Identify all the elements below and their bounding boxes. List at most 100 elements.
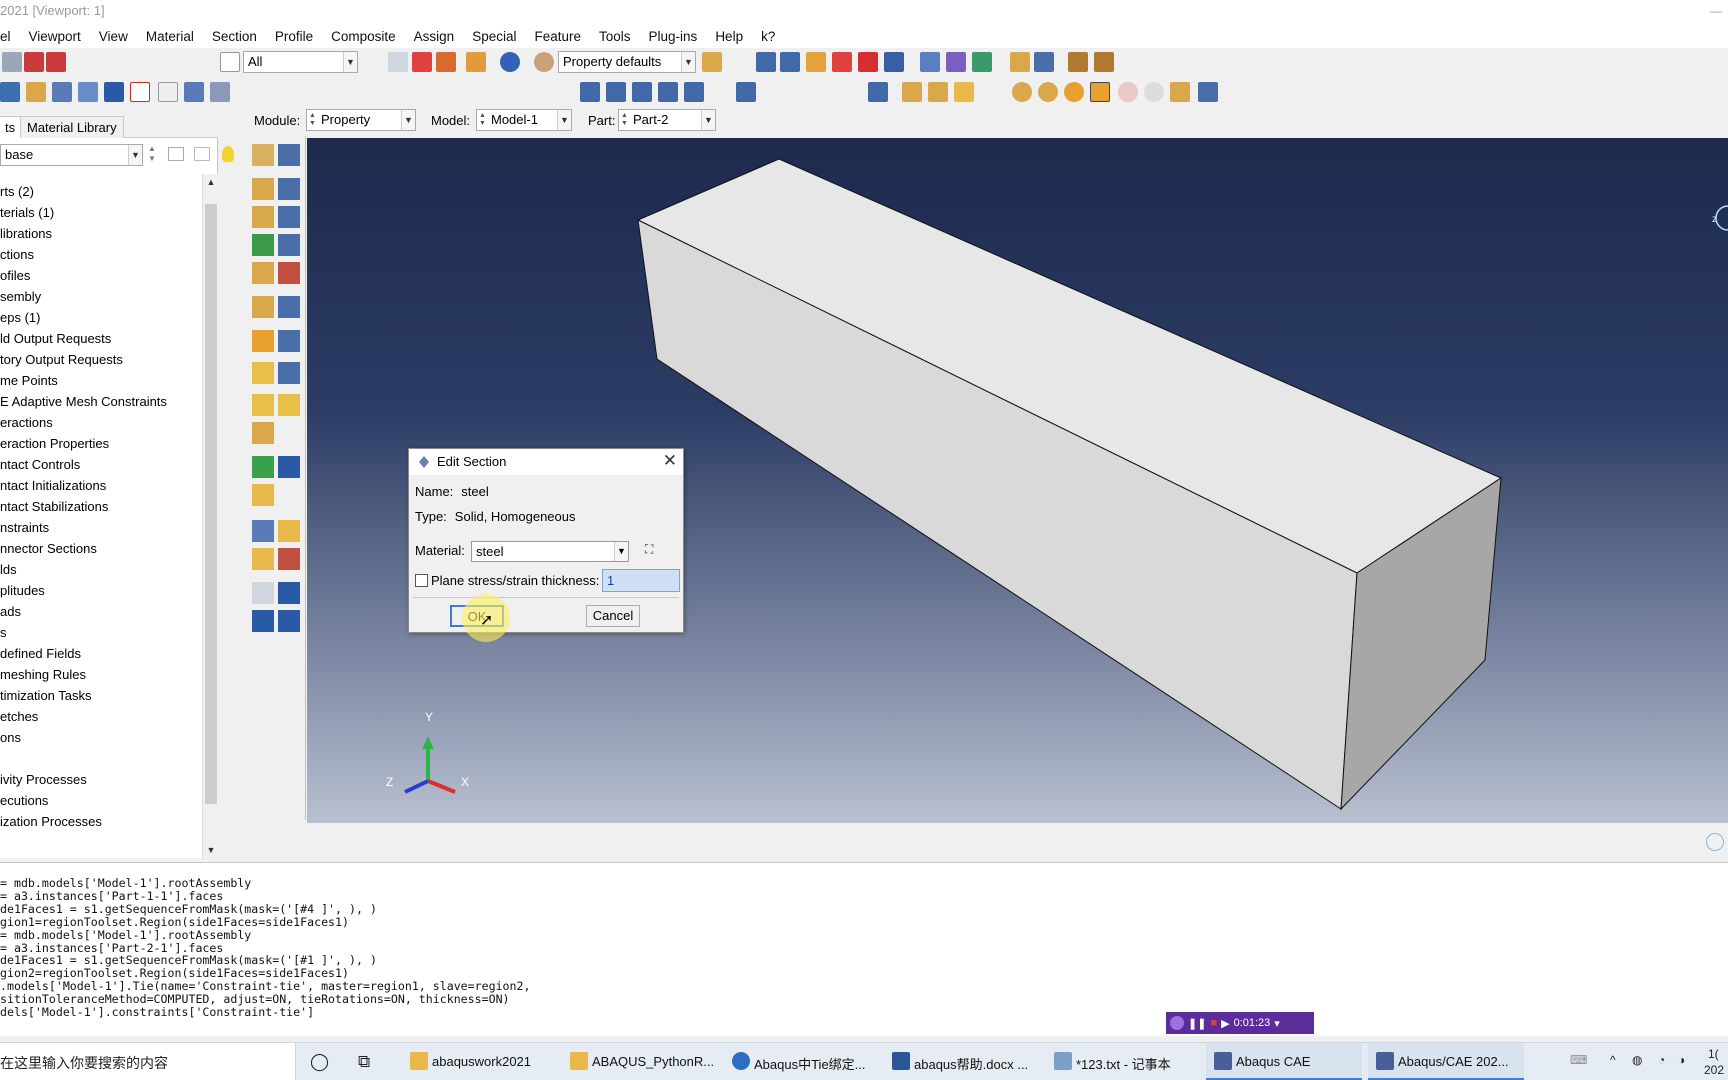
tree-scrollbar[interactable]: ▲ ▼ (202, 174, 218, 858)
menu-composite[interactable]: Composite (322, 29, 405, 44)
cortana-icon[interactable]: ◯ (310, 1052, 329, 1072)
tree-node[interactable]: plitudes (0, 583, 45, 598)
csys-xy-icon[interactable] (580, 82, 600, 102)
tree-node[interactable]: ld Output Requests (0, 331, 111, 346)
tree-node[interactable]: lds (0, 562, 17, 577)
partition-face-icon[interactable] (278, 520, 300, 542)
text-annotation-icon[interactable] (130, 82, 150, 102)
play-icon[interactable]: ▶ (1221, 1017, 1229, 1030)
show-hidden-icon[interactable]: ^ (1610, 1053, 1616, 1067)
double-ring-icon[interactable] (1038, 82, 1058, 102)
undo-icon[interactable] (1118, 82, 1138, 102)
tree-node[interactable]: E Adaptive Mesh Constraints (0, 394, 167, 409)
tree-node[interactable]: defined Fields (0, 646, 81, 661)
tree-node[interactable]: ntact Stabilizations (0, 499, 108, 514)
sphere-icon[interactable] (1064, 82, 1084, 102)
tree-node[interactable]: eraction Properties (0, 436, 109, 451)
redo-icon[interactable] (1144, 82, 1164, 102)
csys-zx-icon[interactable] (632, 82, 652, 102)
screen-recorder-widget[interactable]: ❚❚ ■ ▶ 0:01:23 ▾ (1166, 1012, 1314, 1034)
thickness-checkbox[interactable] (415, 574, 428, 587)
csys-axes-icon[interactable] (736, 82, 756, 102)
taskbar-app[interactable]: *123.txt - 记事本 (1046, 1043, 1171, 1080)
material-manager-icon[interactable] (278, 144, 300, 166)
menu-model[interactable]: el (0, 29, 20, 44)
taskbar-app[interactable]: Abaqus中Tie绑定... (724, 1043, 866, 1080)
skin-icon[interactable] (252, 394, 274, 416)
stop-icon[interactable]: ■ (1210, 1017, 1217, 1029)
module-select[interactable]: ▲ ▼ Property ▼ (306, 109, 416, 131)
section-manager-icon[interactable] (1034, 52, 1054, 72)
tree-node[interactable]: tory Output Requests (0, 352, 123, 367)
cube-front-icon[interactable] (902, 82, 922, 102)
database-export-icon[interactable] (46, 52, 66, 72)
close-icon[interactable]: ✕ (663, 451, 677, 471)
folder-up-icon[interactable] (168, 147, 184, 161)
tree-node[interactable]: librations (0, 226, 52, 241)
datum-plane-icon[interactable] (252, 484, 274, 506)
thickness-input[interactable]: 1 (602, 569, 680, 592)
shell-icon[interactable] (252, 362, 274, 384)
manager-icon[interactable] (1198, 82, 1218, 102)
scroll-up-icon[interactable]: ▲ (203, 174, 219, 190)
assignment-manager-icon[interactable] (278, 296, 300, 318)
dialog-titlebar[interactable]: Edit Section ✕ (409, 449, 683, 475)
extend-icon[interactable] (278, 548, 300, 570)
ladder-icon[interactable] (1094, 52, 1114, 72)
ruler-icon[interactable] (1068, 52, 1088, 72)
sort-arrows-icon[interactable]: ▲ ▼ (148, 144, 156, 164)
menu-feature[interactable]: Feature (525, 29, 590, 44)
tree-node[interactable]: me Points (0, 373, 58, 388)
tree-node[interactable]: s (0, 625, 7, 640)
taskbar-app[interactable]: abaqus帮助.docx ... (884, 1043, 1028, 1080)
info-icon[interactable] (500, 52, 520, 72)
pan-icon[interactable] (756, 52, 776, 72)
tray-date[interactable]: 202 (1704, 1063, 1724, 1077)
tree-node[interactable]: ofiles (0, 268, 30, 283)
render-shaded-icon[interactable] (972, 52, 992, 72)
tree-node[interactable]: timization Tasks (0, 688, 92, 703)
cube-iso-icon[interactable] (954, 82, 974, 102)
chevron-down-icon[interactable]: ▾ (1274, 1017, 1280, 1030)
taskbar-app[interactable]: abaquswork2021 (402, 1043, 531, 1080)
menu-help[interactable]: Help (706, 29, 752, 44)
menu-view[interactable]: View (90, 29, 137, 44)
view-cube-icon[interactable] (702, 52, 722, 72)
taskbar-app[interactable]: ABAQUS_PythonR... (562, 1043, 714, 1080)
palette-icon[interactable] (534, 52, 554, 72)
tree-node[interactable]: ctions (0, 247, 34, 262)
datum-csys-icon[interactable] (252, 582, 274, 604)
bulb-icon[interactable] (222, 146, 234, 162)
pause-icon[interactable]: ❚❚ (1188, 1017, 1206, 1030)
tree-node[interactable]: ivity Processes (0, 772, 87, 787)
arrow-annotation-icon[interactable] (104, 82, 124, 102)
csys-3point-icon[interactable] (252, 610, 274, 632)
text-arrow-icon[interactable] (78, 82, 98, 102)
tree-node[interactable]: eps (1) (0, 310, 40, 325)
taskbar-app[interactable]: Abaqus/CAE 202... (1368, 1043, 1524, 1080)
menu-plugins[interactable]: Plug-ins (640, 29, 707, 44)
pointer-icon[interactable] (158, 82, 178, 102)
beam-orientation-icon[interactable] (252, 296, 274, 318)
tree-node[interactable]: ization Processes (0, 814, 102, 829)
grid-list-icon[interactable] (210, 82, 230, 102)
triad-icon[interactable] (868, 82, 888, 102)
section-manager-icon[interactable] (278, 178, 300, 200)
database-icon[interactable] (24, 52, 44, 72)
render-style-select[interactable]: Property defaults ▼ (558, 51, 696, 73)
tree-node[interactable]: sembly (0, 289, 41, 304)
tree-node[interactable]: ads (0, 604, 21, 619)
copy-icon[interactable] (388, 52, 408, 72)
list-icon[interactable] (184, 82, 204, 102)
panel-icon[interactable] (0, 82, 20, 102)
scroll-down-icon[interactable]: ▼ (203, 842, 219, 858)
tree-node[interactable]: nstraints (0, 520, 49, 535)
box-select-icon[interactable] (412, 52, 432, 72)
menu-material[interactable]: Material (137, 29, 203, 44)
csys-yz-icon[interactable] (606, 82, 626, 102)
create-material-icon[interactable]: ⛶ (645, 542, 653, 557)
create-material-icon[interactable] (252, 144, 274, 166)
scroll-thumb[interactable] (205, 204, 217, 804)
create-section-icon[interactable] (252, 178, 274, 200)
cancel-button[interactable]: Cancel (586, 605, 640, 627)
